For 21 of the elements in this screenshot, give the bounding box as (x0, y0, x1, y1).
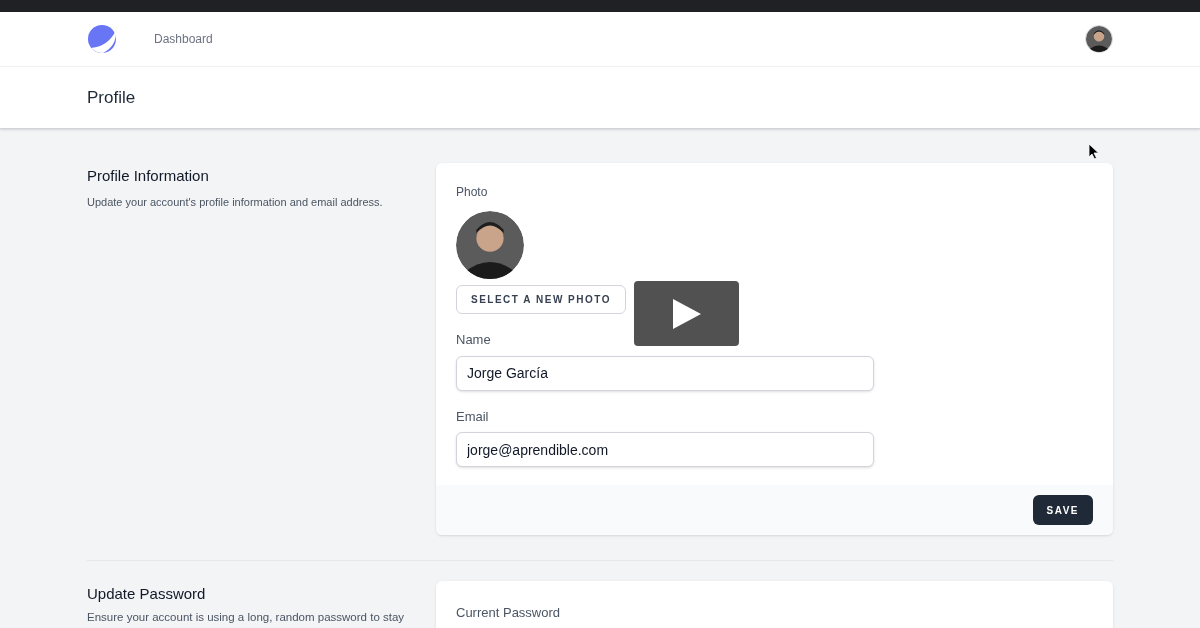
field-label: Name (456, 331, 492, 349)
field-label: Photo (456, 184, 489, 201)
play-icon (672, 298, 701, 329)
save-button[interactable]: SAVE (1032, 495, 1093, 525)
avatar-button[interactable] (1085, 25, 1113, 53)
text-field[interactable]: Jorge García (456, 355, 874, 391)
logo-icon (87, 24, 119, 54)
select-photo-button[interactable]: SELECT A NEW PHOTO (456, 285, 626, 314)
section-title: Update Password (87, 584, 207, 604)
text-field[interactable]: jorge@aprendible.com (456, 432, 874, 467)
section-title: Profile Information (87, 166, 210, 186)
section-description: Ensure your account is using a long, random password to stay (87, 609, 406, 625)
field-label: Email (456, 407, 490, 426)
cursor-icon (1089, 144, 1100, 160)
field-label: Current Password (456, 604, 562, 622)
section-description: Update your account's profile information and email address. (87, 194, 384, 210)
play-button[interactable] (634, 281, 739, 346)
page-title: Profile (87, 86, 136, 109)
profile-photo (456, 211, 524, 279)
avatar-icon (1086, 26, 1112, 52)
nav-link[interactable]: Dashboard (154, 30, 213, 48)
